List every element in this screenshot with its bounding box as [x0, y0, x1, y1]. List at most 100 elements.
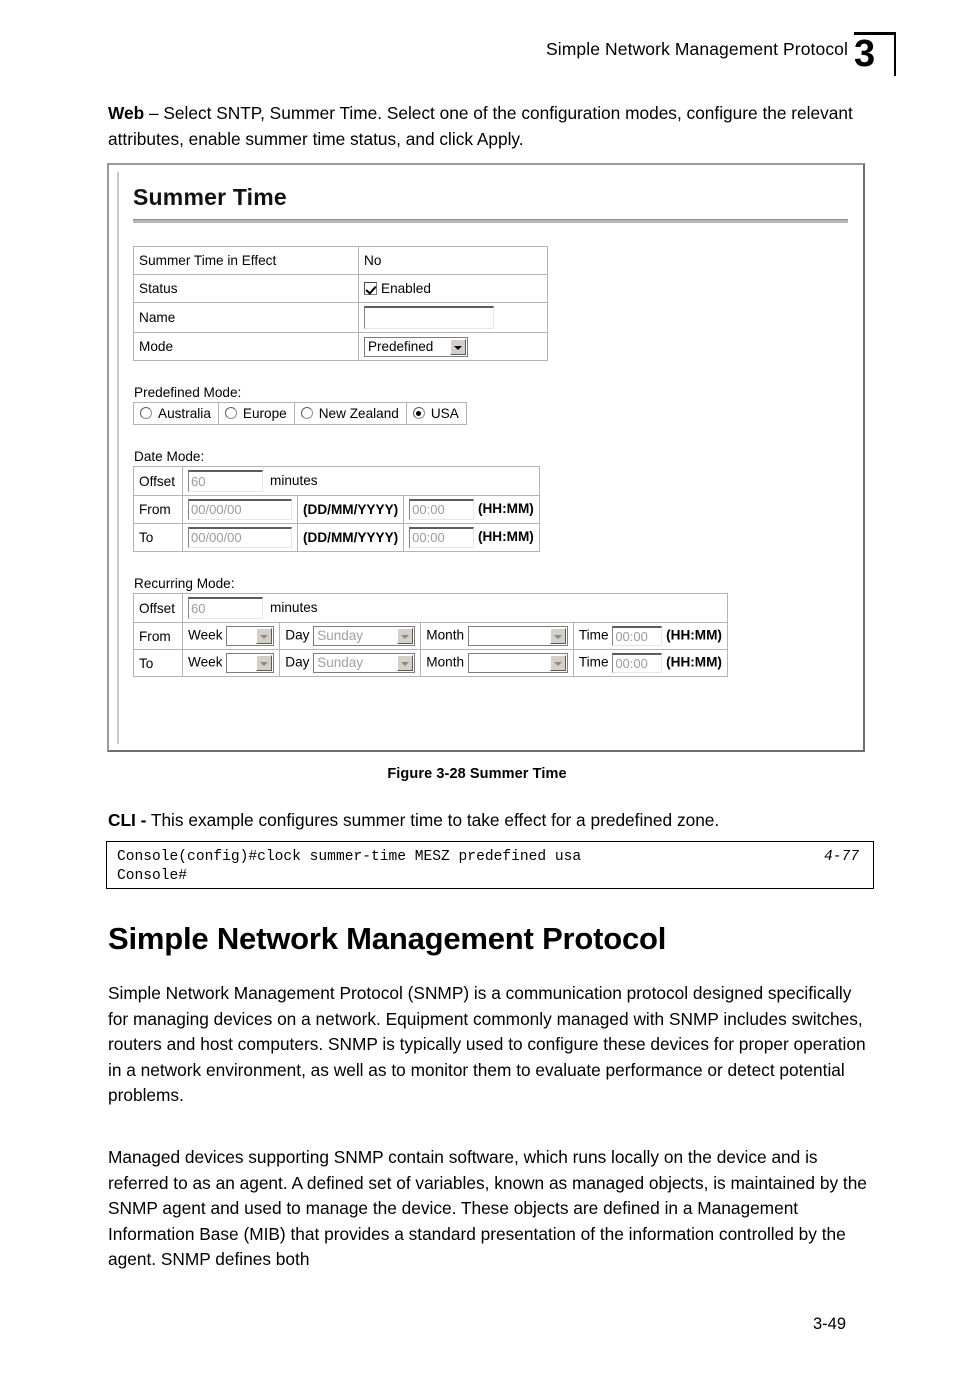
radio-usa[interactable]	[412, 407, 425, 419]
cli-lead-bold: CLI -	[108, 810, 147, 830]
page-header: Simple Network Management Protocol 3	[0, 32, 954, 80]
table-row: Summer Time in Effect No	[133, 246, 548, 275]
chevron-down-icon	[397, 628, 414, 644]
running-header-title: Simple Network Management Protocol	[545, 39, 848, 59]
screenshot-figure-frame: Summer Time Summer Time in Effect No Sta…	[107, 163, 865, 752]
radio-cell-usa[interactable]: USA	[405, 402, 467, 425]
date-offset-label: Offset	[133, 466, 183, 496]
recurring-to-day-value: Sunday	[317, 655, 364, 670]
title-divider	[133, 219, 848, 223]
date-offset-input[interactable]: 60	[188, 470, 263, 492]
table-row: To 00/00/00 (DD/MM/YYYY) 00:00 (HH:MM)	[133, 523, 540, 552]
date-offset-cell: 60 minutes	[182, 466, 540, 496]
web-intro-lead: Web	[108, 103, 145, 123]
table-row: From Week Day Sunday Month Time 00:00 (H…	[133, 622, 728, 650]
radio-cell-australia[interactable]: Australia	[133, 402, 219, 425]
recurring-from-time-format-label: (HH:MM)	[666, 627, 722, 643]
table-row: From 00/00/00 (DD/MM/YYYY) 00:00 (HH:MM)	[133, 495, 540, 524]
date-to-format-label: (DD/MM/YYYY)	[303, 530, 399, 545]
recurring-from-day-select[interactable]: Sunday	[313, 626, 416, 646]
radio-europe[interactable]	[224, 407, 237, 419]
radio-label-usa: USA	[430, 406, 459, 421]
radio-new-zealand[interactable]	[300, 407, 313, 419]
recurring-offset-cell: 60 minutes	[182, 593, 728, 623]
radio-cell-new-zealand[interactable]: New Zealand	[293, 402, 407, 425]
recurring-to-week-label: Week	[188, 654, 223, 670]
recurring-from-week-label: Week	[188, 627, 223, 643]
chapter-number: 3	[854, 33, 876, 75]
chapter-marker: 3	[852, 32, 896, 80]
web-intro-paragraph: Web – Select SNTP, Summer Time. Select o…	[108, 100, 870, 152]
body-paragraph-2: Managed devices supporting SNMP contain …	[108, 1147, 867, 1269]
label-name: Name	[133, 302, 359, 333]
summer-time-status-table: Summer Time in Effect No Status Enabled …	[133, 246, 548, 361]
table-row: To Week Day Sunday Month Time 00:00 (HH:…	[133, 649, 728, 677]
table-row: Offset 60 minutes	[133, 466, 540, 496]
radio-cell-europe[interactable]: Europe	[217, 402, 295, 425]
chevron-down-icon	[256, 655, 273, 671]
date-to-time-format-label: (HH:MM)	[477, 529, 534, 545]
date-to-time-cell: 00:00 (HH:MM)	[403, 523, 540, 552]
cli-code-reference: 4-77	[823, 849, 859, 865]
cli-lead-text: This example configures summer time to t…	[146, 810, 720, 830]
date-from-format-cell: (DD/MM/YYYY)	[296, 495, 405, 524]
recurring-from-week-select[interactable]	[226, 626, 275, 646]
recurring-from-week-cell: Week	[181, 622, 281, 650]
radio-label-europe: Europe	[242, 406, 287, 421]
table-row: Offset 60 minutes	[133, 593, 728, 623]
recurring-to-day-label: Day	[285, 654, 310, 670]
recurring-to-month-label: Month	[426, 654, 465, 670]
mode-select[interactable]: Predefined	[364, 336, 468, 357]
chevron-down-icon	[397, 655, 414, 671]
date-from-date-cell: 00/00/00	[182, 495, 298, 524]
date-to-time-input[interactable]: 00:00	[409, 527, 475, 548]
recurring-from-time-input[interactable]: 00:00	[612, 626, 663, 646]
status-enabled-checkbox[interactable]	[364, 282, 377, 295]
date-to-format-cell: (DD/MM/YYYY)	[296, 523, 405, 552]
recurring-from-day-cell: Day Sunday	[279, 622, 422, 650]
mode-cell: Predefined	[358, 332, 548, 361]
recurring-from-month-select[interactable]	[467, 626, 568, 646]
recurring-to-time-format-label: (HH:MM)	[666, 654, 722, 670]
page-number: 3-49	[812, 1315, 846, 1333]
recurring-to-month-cell: Month	[420, 649, 574, 677]
chapter-marker-right-rule	[894, 32, 896, 76]
cli-code-line-1-text: Console(config)#clock summer-time MESZ p…	[117, 849, 582, 865]
recurring-from-label: From	[133, 622, 183, 650]
label-summer-time-in-effect: Summer Time in Effect	[133, 246, 359, 275]
recurring-offset-input[interactable]: 60	[188, 597, 263, 619]
recurring-from-time-label: Time	[578, 627, 609, 643]
radio-label-australia: Australia	[158, 406, 211, 421]
figure-caption: Figure 3-28 Summer Time	[387, 766, 567, 782]
predefined-mode-label: Predefined Mode:	[134, 385, 242, 400]
date-from-time-cell: 00:00 (HH:MM)	[403, 495, 540, 524]
cli-code-block: Console(config)#clock summer-time MESZ p…	[106, 841, 874, 889]
summer-time-page: Summer Time Summer Time in Effect No Sta…	[133, 184, 854, 742]
recurring-to-time-input[interactable]: 00:00	[612, 653, 663, 673]
recurring-from-month-cell: Month	[420, 622, 574, 650]
date-to-label: To	[133, 523, 183, 552]
radio-label-new-zealand: New Zealand	[318, 406, 399, 421]
recurring-to-month-select[interactable]	[467, 653, 568, 673]
table-row: Mode Predefined	[133, 332, 548, 361]
recurring-to-week-select[interactable]	[226, 653, 275, 673]
date-from-time-input[interactable]: 00:00	[409, 499, 475, 520]
cli-code-line-1: Console(config)#clock summer-time MESZ p…	[117, 848, 863, 867]
recurring-from-day-value: Sunday	[317, 628, 364, 643]
page-title: Summer Time	[133, 184, 287, 210]
screenshot-inner-border: Summer Time Summer Time in Effect No Sta…	[117, 172, 858, 744]
name-input[interactable]	[364, 306, 494, 329]
label-mode: Mode	[133, 332, 359, 361]
recurring-from-month-label: Month	[426, 627, 465, 643]
table-row: Status Enabled	[133, 274, 548, 303]
recurring-to-day-select[interactable]: Sunday	[313, 653, 416, 673]
label-status: Status	[133, 274, 359, 303]
radio-australia[interactable]	[140, 407, 152, 419]
section-heading: Simple Network Management Protocol	[108, 921, 667, 956]
date-from-date-input[interactable]: 00/00/00	[188, 499, 292, 520]
recurring-to-time-label: Time	[578, 654, 609, 670]
cli-code-line-2: Console#	[117, 868, 188, 884]
table-row: Australia Europe New Zealand USA	[133, 402, 467, 425]
date-to-date-input[interactable]: 00/00/00	[188, 527, 292, 548]
status-enabled-label: Enabled	[381, 281, 431, 296]
